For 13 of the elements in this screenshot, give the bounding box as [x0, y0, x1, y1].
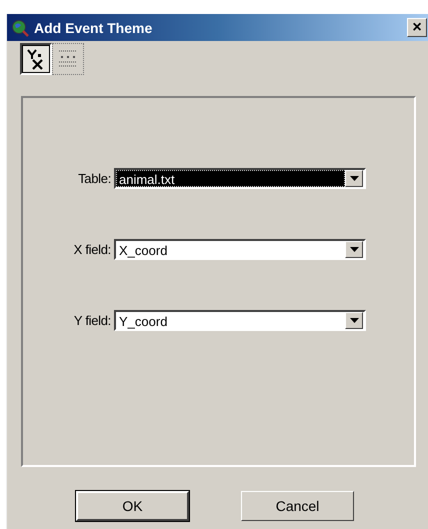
ok-button[interactable]: OK — [76, 491, 189, 521]
window-title: Add Event Theme — [34, 20, 154, 36]
table-tool-button[interactable] — [52, 43, 84, 75]
dropdown-field[interactable]: X_coord — [114, 238, 366, 260]
dropdown-field[interactable]: animal.txt — [114, 168, 366, 188]
field-label: Table: — [77, 170, 112, 186]
field-label: X field: — [72, 242, 112, 256]
xy-tool-button[interactable] — [20, 43, 52, 75]
globe-magnifier-icon — [11, 18, 29, 36]
field-label: Y field: — [72, 312, 112, 328]
cancel-button[interactable]: Cancel — [241, 491, 354, 521]
close-button[interactable]: × — [407, 18, 427, 37]
dropdown-field[interactable]: Y_coord — [114, 310, 366, 330]
